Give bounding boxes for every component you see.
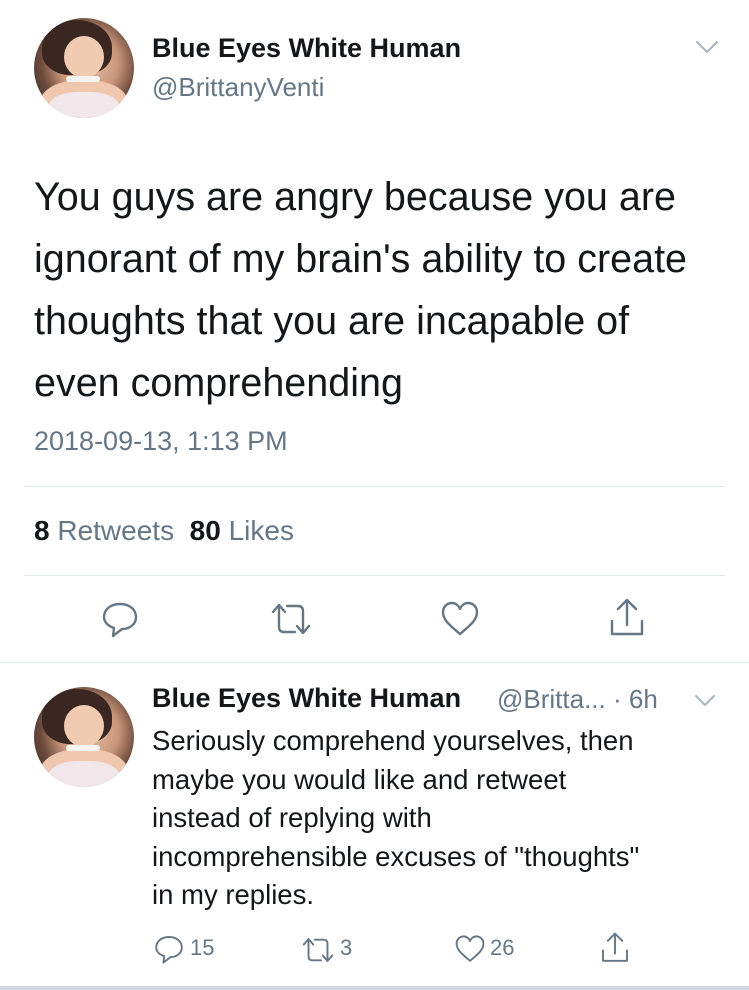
author-name[interactable]: Blue Eyes White Human xyxy=(152,33,461,64)
retweets-count: 8 xyxy=(34,515,50,546)
likes-label: Likes xyxy=(228,515,294,546)
share-icon[interactable] xyxy=(599,930,631,966)
reply-icon[interactable] xyxy=(100,599,140,639)
chevron-down-icon[interactable] xyxy=(694,38,720,56)
reply-author-avatar[interactable] xyxy=(34,687,134,787)
tweet-timestamp[interactable]: 2018-09-13, 1:13 PM xyxy=(34,426,288,457)
tweet-stats: 8 Retweets 80 Likes xyxy=(34,515,294,547)
tweet-text-line: thoughts that you are incapable of xyxy=(34,299,630,343)
author-handle[interactable]: @BrittanyVenti xyxy=(152,72,324,103)
reply-count: 15 xyxy=(190,935,215,960)
reply-text-line: maybe you would like and retweet xyxy=(152,763,567,795)
tweet-separator xyxy=(0,662,749,663)
reply-text-line: incomprehensible excuses of "thoughts" xyxy=(152,840,640,872)
tweet-text-line: You guys are angry because you are xyxy=(34,175,676,219)
reply-icon[interactable] xyxy=(153,933,185,965)
like-icon[interactable] xyxy=(440,600,480,638)
retweet-count: 3 xyxy=(340,935,353,960)
reply-text-line: instead of replying with xyxy=(152,802,432,833)
retweet-icon[interactable] xyxy=(269,600,313,638)
retweet-icon[interactable] xyxy=(299,935,337,965)
reply-text-line: Seriously comprehend yourselves, then xyxy=(152,725,634,756)
like-count: 26 xyxy=(490,935,515,960)
likes-stat[interactable]: 80 Likes xyxy=(190,515,294,546)
chevron-down-icon[interactable] xyxy=(693,693,717,709)
tweet-text: You guys are angry because you are ignor… xyxy=(34,166,734,414)
like-icon[interactable] xyxy=(454,934,486,964)
author-avatar[interactable] xyxy=(34,18,134,118)
likes-count: 80 xyxy=(189,515,221,546)
bottom-border xyxy=(0,986,749,990)
retweets-label: Retweets xyxy=(57,515,175,546)
share-icon[interactable] xyxy=(607,597,647,639)
tweet-text-line: ignorant of my brain's ability to create xyxy=(34,237,688,281)
tweet-text-line: even comprehending xyxy=(34,361,403,405)
divider xyxy=(24,575,725,576)
divider xyxy=(24,486,725,487)
reply-text: Seriously comprehend yourselves, then ma… xyxy=(152,722,732,915)
retweets-stat[interactable]: 8 Retweets xyxy=(34,515,174,546)
reply-text-line: in my replies. xyxy=(152,879,314,910)
reply-handle-time[interactable]: @Britta... · 6h xyxy=(497,684,658,715)
reply-author-name[interactable]: Blue Eyes White Human xyxy=(152,683,461,714)
